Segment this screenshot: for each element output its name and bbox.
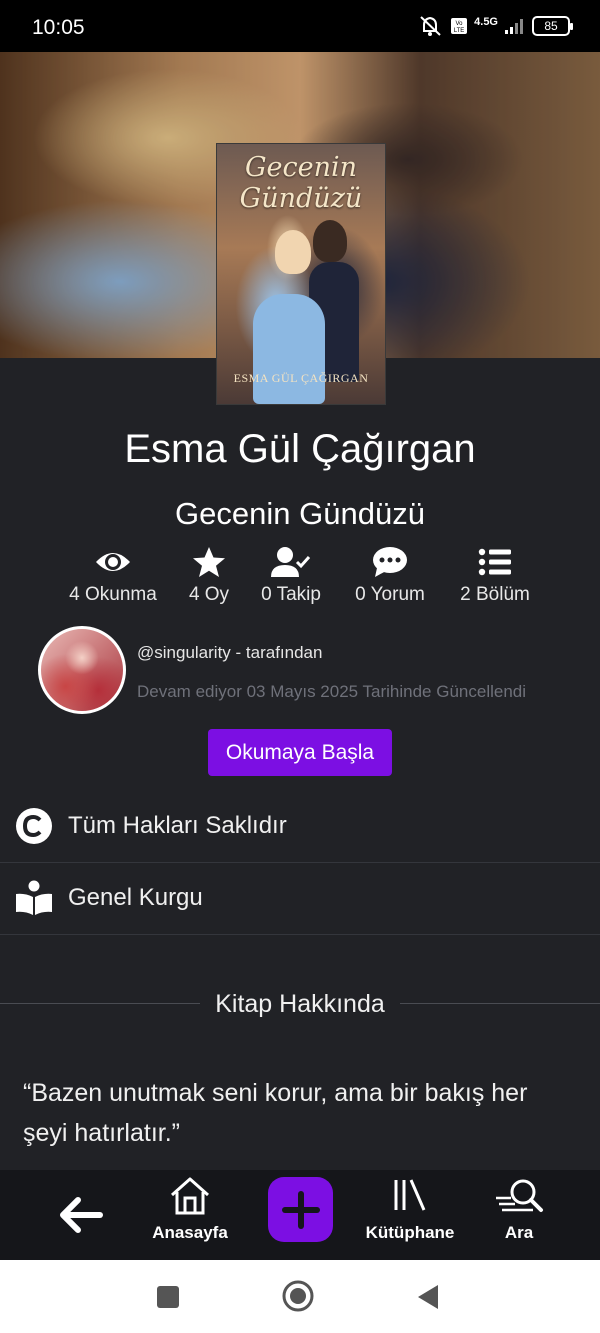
genre-row: Genel Kurgu <box>0 862 600 935</box>
genre-label: Genel Kurgu <box>68 884 203 911</box>
stat-reads-label: 4 Okunma <box>69 584 157 605</box>
stat-comments: 0 Yorum <box>348 546 432 606</box>
nav-search[interactable]: Ara <box>488 1170 550 1260</box>
status-icons: Vo LTE 4.5G 85 <box>418 14 573 38</box>
back-arrow-icon <box>60 1197 103 1233</box>
cover-author: ESMA GÜL ÇAĞIRGAN <box>233 371 369 385</box>
nav-library[interactable]: Kütüphane <box>360 1170 460 1260</box>
battery-icon: 85 <box>532 16 573 36</box>
back-button[interactable] <box>50 1170 110 1260</box>
signal-icon <box>505 19 523 34</box>
start-reading-button[interactable]: Okumaya Başla <box>208 729 392 776</box>
mute-icon <box>420 16 441 36</box>
cover-title-line2: Gündüzü <box>239 183 363 214</box>
about-title: Kitap Hakkında <box>0 990 600 1019</box>
stat-chapters-label: 2 Bölüm <box>460 584 530 605</box>
stat-follows-label: 0 Takip <box>261 584 321 605</box>
user-check-icon <box>271 547 311 577</box>
book-cover[interactable]: Gecenin Gündüzü ESMA GÜL ÇAĞIRGAN <box>216 143 386 405</box>
status-time: 10:05 <box>32 16 85 39</box>
stats-row: 4 Okunma 4 Oy 0 Takip 0 Yorum 2 Bölüm <box>0 546 600 616</box>
nav-library-label: Kütüphane <box>365 1223 455 1242</box>
home-icon <box>171 1177 209 1215</box>
copyright-icon <box>16 808 52 844</box>
status-bar: 10:05 Vo LTE 4.5G 85 <box>0 0 600 52</box>
star-icon <box>193 547 225 577</box>
home-circle-icon[interactable] <box>282 1280 314 1312</box>
nav-search-label: Ara <box>504 1223 534 1242</box>
add-button[interactable] <box>268 1177 333 1242</box>
nav-home-label: Anasayfa <box>152 1223 228 1242</box>
volte-icon: Vo LTE <box>451 18 468 34</box>
back-triangle-icon[interactable] <box>416 1283 440 1311</box>
author-name: Esma Gül Çağırgan <box>124 427 476 471</box>
cover-title: Gecenin Gündüzü <box>217 152 385 214</box>
book-description: “Bazen unutmak seni korur, ama bir bakış… <box>23 1079 528 1147</box>
system-nav-bar <box>0 1260 600 1333</box>
library-icon <box>394 1179 426 1211</box>
network-type: 4.5G <box>474 16 498 28</box>
eye-icon <box>96 553 130 571</box>
copyright-row: Tüm Hakları Saklıdır <box>0 790 600 863</box>
plus-icon <box>281 1190 320 1229</box>
stat-chapters: 2 Bölüm <box>452 546 538 606</box>
stat-votes: 4 Oy <box>178 546 240 606</box>
reading-book-icon <box>16 880 52 915</box>
nav-home[interactable]: Anasayfa <box>140 1170 240 1260</box>
book-title: Gecenin Gündüzü <box>175 496 425 531</box>
copyright-label: Tüm Hakları Saklıdır <box>68 812 287 839</box>
stat-follows: 0 Takip <box>252 546 330 606</box>
comment-icon <box>373 547 407 577</box>
svg-text:LTE: LTE <box>454 28 465 34</box>
stat-votes-label: 4 Oy <box>188 584 230 605</box>
bottom-nav: Anasayfa Kütüphane Ara <box>0 1170 600 1260</box>
uploader-username[interactable]: @singularity - tarafından <box>137 643 322 663</box>
recents-square-icon[interactable] <box>156 1285 180 1309</box>
about-title-text: Kitap Hakkında <box>205 990 395 1018</box>
search-icon <box>496 1179 543 1212</box>
stat-reads: 4 Okunma <box>62 546 164 606</box>
svg-text:Vo: Vo <box>456 21 464 27</box>
stat-comments-label: 0 Yorum <box>355 584 425 605</box>
avatar[interactable] <box>38 626 126 714</box>
cover-title-line1: Gecenin <box>244 152 358 183</box>
update-status: Devam ediyor 03 Mayıs 2025 Tarihinde Gün… <box>137 682 527 701</box>
list-icon <box>478 548 511 576</box>
